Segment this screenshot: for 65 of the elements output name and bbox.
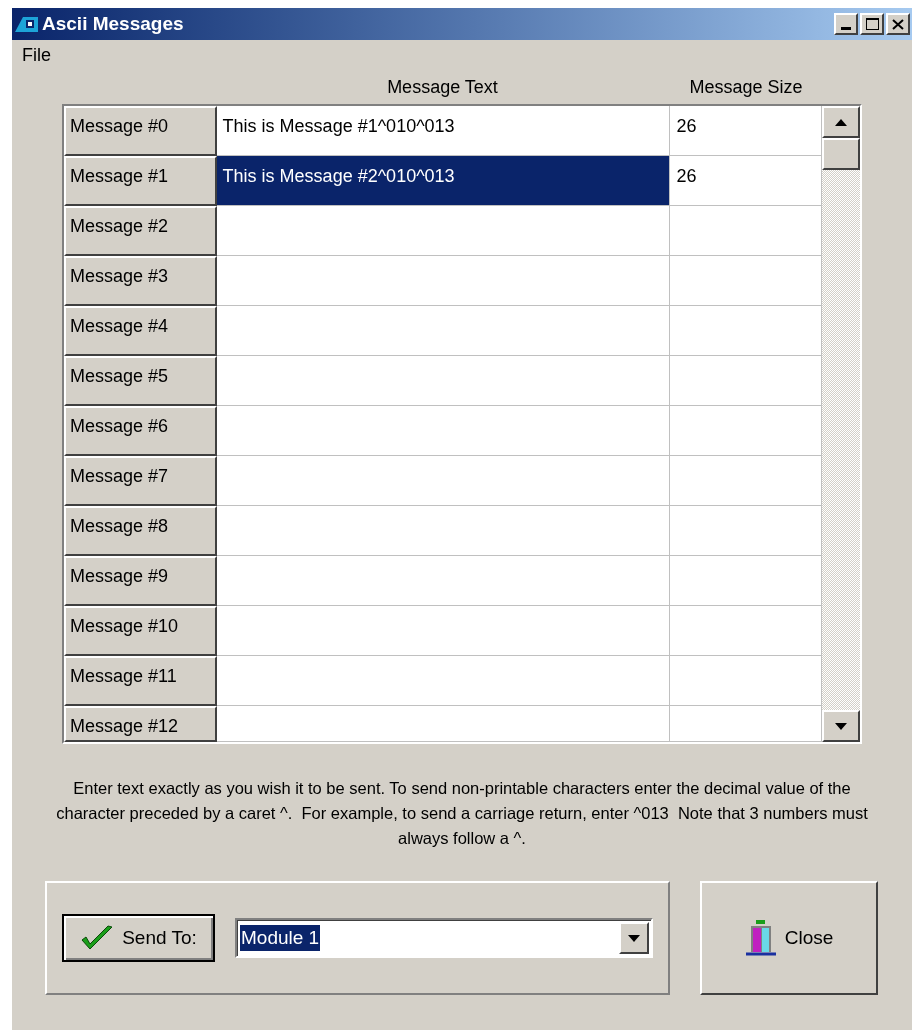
row-header[interactable]: Message #1 [64, 156, 217, 206]
close-icon [892, 18, 904, 30]
message-text-cell[interactable] [216, 206, 671, 256]
column-header: Message Size [688, 75, 804, 99]
message-size-cell[interactable] [670, 556, 822, 606]
row-header[interactable]: Message #7 [64, 456, 217, 506]
message-text-cell[interactable] [216, 556, 671, 606]
row-header[interactable]: Message #0 [64, 106, 217, 156]
message-text-cell[interactable] [216, 256, 671, 306]
up-arrow-icon [835, 118, 847, 126]
row-header[interactable]: Message #9 [64, 556, 217, 606]
door-icon [744, 920, 777, 956]
message-text-cell[interactable]: This is Message #2^010^013 [216, 156, 671, 206]
send-button[interactable]: Send To: [62, 914, 215, 962]
row-header[interactable]: Message #2 [64, 206, 217, 256]
row-header[interactable]: Message #4 [64, 306, 217, 356]
message-size-cell[interactable] [670, 506, 822, 556]
menu-item[interactable]: File [22, 41, 51, 69]
dropdown-value: Module 1 [240, 925, 321, 951]
message-text-cell[interactable] [216, 506, 671, 556]
column-header: Message Text [386, 75, 499, 99]
message-size-cell[interactable] [670, 256, 822, 306]
close-button[interactable]: Close [700, 881, 878, 995]
row-header[interactable]: Message #8 [64, 506, 217, 556]
row-header[interactable]: Message #12 [64, 706, 217, 742]
message-text-cell[interactable] [216, 356, 671, 406]
close-window-button[interactable] [886, 13, 910, 35]
scrollbar[interactable] [822, 106, 860, 742]
dropdown-button[interactable] [619, 922, 649, 954]
module-dropdown[interactable]: Module 1 [235, 918, 653, 958]
message-size-cell[interactable] [670, 356, 822, 406]
minimize-icon [841, 27, 851, 30]
row-header[interactable]: Message #10 [64, 606, 217, 656]
check-icon [80, 924, 115, 952]
scroll-up-button[interactable] [822, 106, 860, 138]
message-text-cell[interactable]: This is Message #1^010^013 [216, 106, 671, 156]
row-header[interactable]: Message #6 [64, 406, 217, 456]
maximize-icon [865, 18, 879, 30]
instructions-text: Enter text exactly as you wish it to be sent. To send non-printable characters enter the decimal value of the character preceded by a caret ^. For example, to send a carriage return, enter ^013 Note that 3 numbers must always follow a ^. [55, 778, 869, 849]
minimize-button[interactable] [834, 13, 858, 35]
message-text-cell[interactable] [216, 606, 671, 656]
window-title: Ascii Messages [42, 11, 184, 36]
message-size-cell[interactable]: 26 [670, 156, 822, 206]
message-size-cell[interactable] [670, 706, 822, 742]
scroll-down-button[interactable] [822, 710, 860, 742]
maximize-button[interactable] [860, 13, 884, 35]
message-size-cell[interactable] [670, 606, 822, 656]
message-size-cell[interactable] [670, 206, 822, 256]
row-header[interactable]: Message #3 [64, 256, 217, 306]
down-arrow-icon [835, 722, 847, 730]
message-size-cell[interactable]: 26 [670, 106, 822, 156]
message-text-cell[interactable] [216, 706, 671, 742]
message-size-cell[interactable] [670, 456, 822, 506]
app-icon [14, 14, 40, 34]
message-text-cell[interactable] [216, 406, 671, 456]
scroll-thumb[interactable] [822, 138, 860, 170]
message-text-cell[interactable] [216, 656, 671, 706]
message-text-cell[interactable] [216, 456, 671, 506]
message-size-cell[interactable] [670, 306, 822, 356]
caret-icon [628, 934, 640, 942]
message-text-cell[interactable] [216, 306, 671, 356]
message-size-cell[interactable] [670, 406, 822, 456]
row-header[interactable]: Message #5 [64, 356, 217, 406]
row-header[interactable]: Message #11 [64, 656, 217, 706]
message-size-cell[interactable] [670, 656, 822, 706]
